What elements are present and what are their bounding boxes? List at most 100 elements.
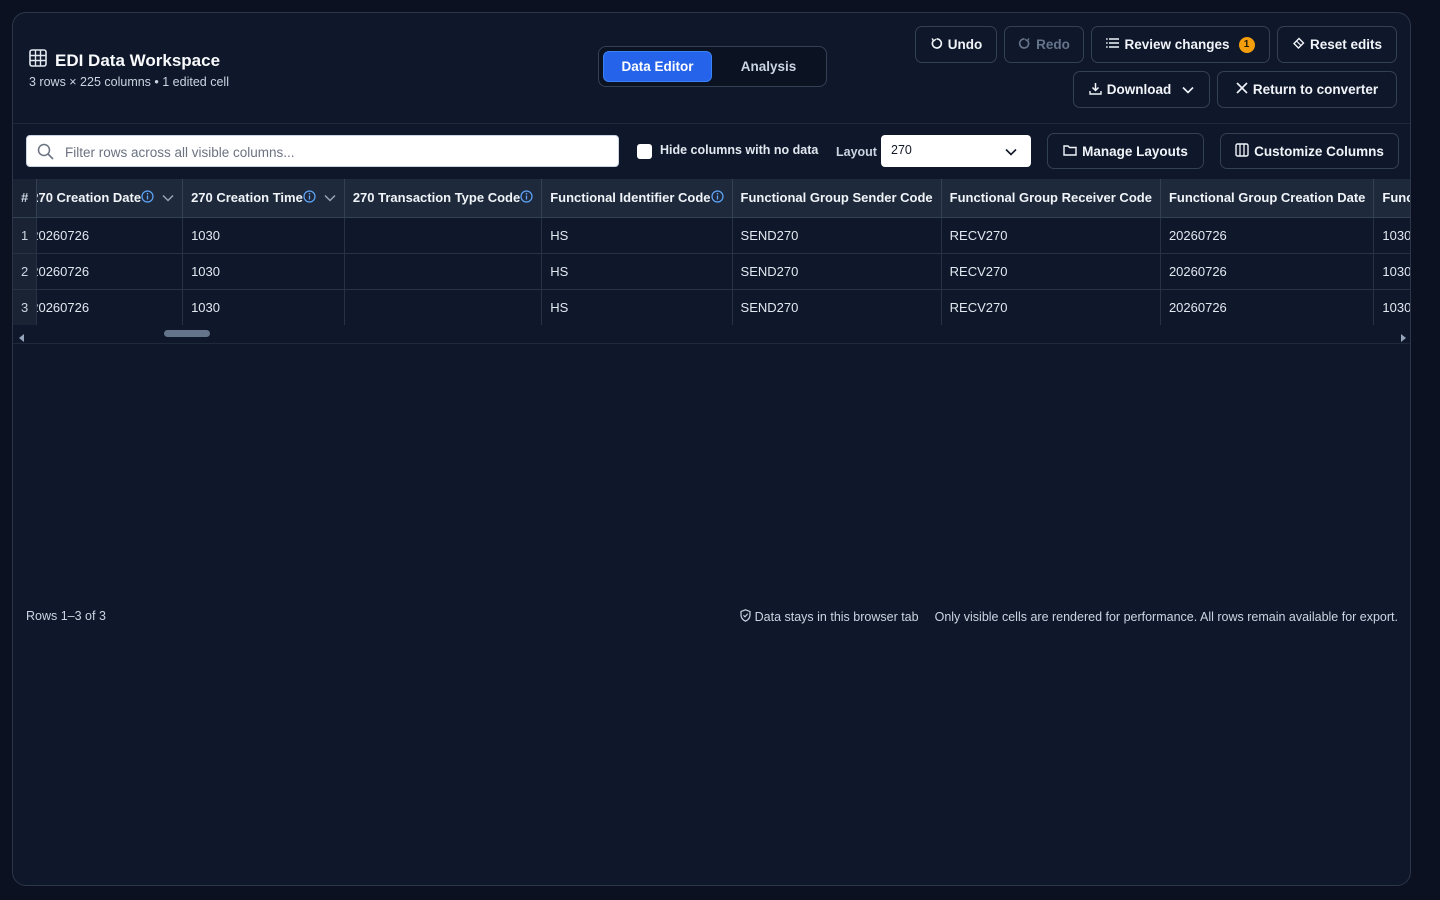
review-changes-button[interactable]: Review changes 1 [1091,26,1270,63]
rownum-header: # [13,179,38,218]
column-header-label: 270 Transaction Type Code [352,190,521,206]
review-changes-label: Review changes [1124,37,1230,52]
download-icon [1089,82,1102,98]
filter-toolbar: Hide columns with no data Layout 270 Man… [13,123,1410,179]
column-header[interactable]: 270 Transaction Type Code [344,179,543,218]
title-row: EDI Data Workspace [29,49,220,72]
tab-data-editor[interactable]: Data Editor [603,51,712,82]
table-cell[interactable]: SEND270 [732,253,942,290]
column-header[interactable]: Functional Group Sender Code [732,179,942,218]
hide-empty-columns-label[interactable]: Hide columns with no data [660,143,818,157]
column-header-label: Functional Group Receiver Code [949,190,1152,206]
table-cell[interactable]: 20260726 [36,253,184,290]
manage-layouts-button[interactable]: Manage Layouts [1047,133,1204,169]
view-toggle: Data Editor Analysis [598,46,827,87]
scrollbar-thumb[interactable] [164,330,210,337]
horizontal-scrollbar[interactable] [13,325,1410,343]
hide-empty-columns-checkbox[interactable] [637,144,652,159]
table-cell[interactable]: SEND270 [732,289,942,326]
chevron-down-icon [1182,82,1194,97]
table-cell[interactable]: HS [541,217,733,254]
column-header[interactable]: Functional Identifier Code [541,179,733,218]
search-icon [37,143,54,165]
customize-columns-label: Customize Columns [1254,143,1384,159]
footer-notes: Data stays in this browser tab Only visi… [740,609,1398,625]
column-header[interactable]: Functional Group Receiver Code [941,179,1161,218]
info-icon[interactable] [710,190,724,206]
table-cell[interactable]: 20260726 [1160,289,1375,326]
eraser-icon [1292,37,1305,53]
return-to-converter-button[interactable]: Return to converter [1217,71,1397,108]
tab-analysis[interactable]: Analysis [716,51,821,82]
layout-label: Layout [836,145,877,159]
data-grid: # 270 Creation Date 270 Creation Time 27… [13,179,1410,344]
download-label: Download [1106,82,1172,97]
info-icon[interactable] [303,190,316,206]
info-icon[interactable] [141,190,154,206]
grid-table-icon [29,49,47,72]
table-cell[interactable]: 1030 [1373,253,1410,290]
table-cell[interactable]: 20260726 [1160,217,1375,254]
column-header-label: Functional Group Creation Date [1168,190,1366,206]
table-cell[interactable]: 1030 [1373,217,1410,254]
privacy-note-text: Data stays in this browser tab [754,610,919,624]
workspace-panel: EDI Data Workspace 3 rows × 225 columns … [12,12,1411,886]
table-cell[interactable]: HS [541,253,733,290]
manage-layouts-label: Manage Layouts [1082,143,1188,159]
shield-icon [740,609,751,625]
dataset-summary: 3 rows × 225 columns • 1 edited cell [29,75,229,89]
columns-icon [1235,142,1249,160]
scroll-left-icon[interactable] [19,329,25,343]
privacy-note: Data stays in this browser tab [740,609,919,625]
folder-icon [1063,144,1077,159]
table-cell[interactable]: SEND270 [732,217,942,254]
scroll-right-icon[interactable] [1400,329,1406,343]
table-cell[interactable] [344,253,543,290]
close-icon [1236,82,1248,97]
table-row: 3 20260726 1030 HS SEND270 RECV270 20260… [13,289,1410,326]
column-header[interactable]: Functional Group Creation Time [1373,179,1410,218]
cell-value: 20260726 [36,227,90,243]
column-header-label: Functional Identifier Code [550,190,711,206]
column-header[interactable]: Functional Group Creation Date [1160,179,1375,218]
redo-button[interactable]: Redo [1004,26,1084,63]
table-cell[interactable] [344,217,543,254]
info-icon[interactable] [520,190,533,206]
column-header[interactable]: 270 Creation Time [182,179,345,218]
table-row: 1 20260726 1030 HS SEND270 RECV270 20260… [13,217,1410,254]
cell-value: 20260726 [36,299,90,315]
row-number: 1 [13,217,38,254]
table-cell[interactable]: 20260726 [36,289,184,326]
chevron-down-icon[interactable] [162,190,174,205]
chevron-down-icon[interactable] [324,190,336,205]
table-cell[interactable]: 1030 [1373,289,1410,326]
column-header-label: 270 Creation Date [36,190,142,206]
table-cell[interactable]: 20260726 [36,217,184,254]
undo-button[interactable]: Undo [915,26,997,63]
window-edge [1424,0,1440,900]
undo-label: Undo [947,37,983,52]
reset-edits-button[interactable]: Reset edits [1277,26,1397,63]
rows-info: Rows 1–3 of 3 [26,609,106,623]
table-cell[interactable]: RECV270 [941,289,1161,326]
table-cell[interactable]: HS [541,289,733,326]
table-cell[interactable]: 20260726 [1160,253,1375,290]
undo-icon [930,37,943,53]
download-button[interactable]: Download [1073,71,1210,108]
table-cell[interactable] [344,289,543,326]
customize-columns-button[interactable]: Customize Columns [1220,133,1399,169]
column-header[interactable]: 270 Creation Date [36,179,184,218]
search-input[interactable] [63,136,607,168]
row-number: 3 [13,289,38,326]
table-cell[interactable]: 1030 [182,217,345,254]
redo-label: Redo [1036,37,1070,52]
reset-edits-label: Reset edits [1309,37,1383,52]
table-cell[interactable]: RECV270 [941,217,1161,254]
table-cell[interactable]: 1030 [182,253,345,290]
cell-value: 20260726 [36,263,90,279]
table-cell[interactable]: 1030 [182,289,345,326]
header-row: # 270 Creation Date 270 Creation Time 27… [13,179,1410,218]
table-cell[interactable]: RECV270 [941,253,1161,290]
layout-select[interactable]: 270 [881,135,1031,167]
layout-select-value: 270 [891,143,912,157]
